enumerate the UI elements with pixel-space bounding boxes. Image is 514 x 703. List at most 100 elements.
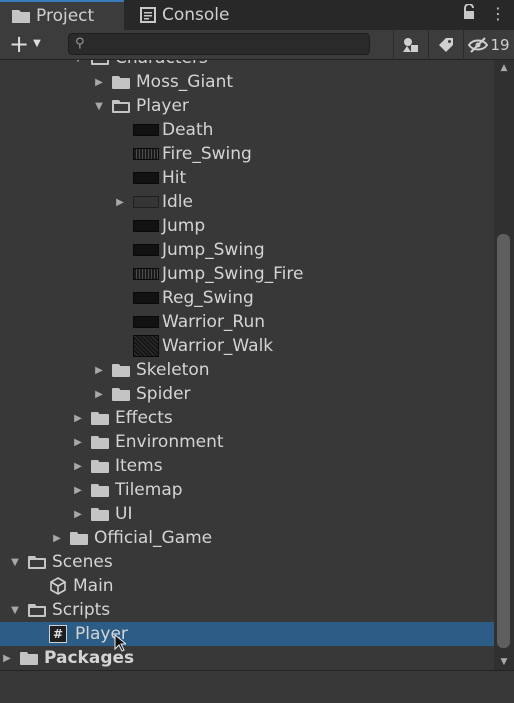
folder-open-icon xyxy=(91,60,109,65)
mouse-cursor-icon xyxy=(114,634,126,652)
expand-arrow-down-icon[interactable]: ▼ xyxy=(8,557,22,568)
expand-arrow-right-icon[interactable]: ▶ xyxy=(71,485,85,496)
tree-item[interactable]: ▶Main xyxy=(0,574,494,598)
folder-icon xyxy=(20,651,38,665)
toolbar-buttons: 19 xyxy=(393,30,514,60)
eye-slash-icon xyxy=(468,37,489,53)
expand-arrow-down-icon[interactable]: ▼ xyxy=(71,60,85,64)
tree-item[interactable]: ▶Warrior_Run xyxy=(0,310,494,334)
scroll-up-arrow-icon[interactable]: ▲ xyxy=(494,60,514,76)
animation-clip-icon xyxy=(133,148,159,160)
animation-clip-icon xyxy=(133,220,159,232)
expand-arrow-right-icon[interactable]: ▶ xyxy=(71,437,85,448)
tree-item[interactable]: ▶ Environment xyxy=(0,430,494,454)
tree-item[interactable]: ▶Fire_Swing xyxy=(0,142,494,166)
tree-item[interactable]: ▼ Player xyxy=(0,94,494,118)
tree-item[interactable]: ▶Jump xyxy=(0,214,494,238)
tree-item-label: Items xyxy=(115,456,163,476)
expand-arrow-right-icon[interactable]: ▶ xyxy=(0,653,14,664)
folder-icon xyxy=(91,435,109,449)
folder-icon xyxy=(91,459,109,473)
tree-item-label: Environment xyxy=(115,432,224,452)
tree-item[interactable]: ▶Hit xyxy=(0,166,494,190)
tree-item-label: Official_Game xyxy=(94,528,213,548)
expand-arrow-right-icon[interactable]: ▶ xyxy=(92,389,106,400)
tree-item[interactable]: ▶ Items xyxy=(0,454,494,478)
scrollbar-thumb[interactable] xyxy=(497,234,510,648)
tree-item[interactable]: ▶ Packages xyxy=(0,646,494,670)
tab-console[interactable]: Console xyxy=(140,0,230,30)
project-footer xyxy=(0,670,514,703)
tree-item-label: Effects xyxy=(115,408,173,428)
search-input[interactable]: ⚲ xyxy=(68,33,370,55)
tree-item-label: Main xyxy=(73,576,114,596)
tree-item[interactable]: ▶ Spider xyxy=(0,382,494,406)
tree-item[interactable]: ▶ UI xyxy=(0,502,494,526)
expand-arrow-down-icon[interactable]: ▼ xyxy=(92,101,106,112)
project-toolbar: + ▼ ⚲ 19 xyxy=(0,30,514,60)
tree-item[interactable]: ▶Jump_Swing xyxy=(0,238,494,262)
expand-arrow-down-icon[interactable]: ▼ xyxy=(8,605,22,616)
shapes-icon xyxy=(403,38,418,52)
lock-icon[interactable] xyxy=(462,4,476,20)
create-button[interactable]: + ▼ xyxy=(9,32,41,56)
tree-item-label: Tilemap xyxy=(115,480,183,500)
expand-arrow-right-icon[interactable]: ▶ xyxy=(71,461,85,472)
expand-arrow-right-icon[interactable]: ▶ xyxy=(92,77,106,88)
expand-arrow-right-icon[interactable]: ▶ xyxy=(71,413,85,424)
tree-scrollbar[interactable]: ▲ ▼ xyxy=(494,60,514,670)
animation-clip-icon xyxy=(133,172,159,184)
folder-icon xyxy=(12,10,30,23)
tree-item[interactable]: ▼ Scripts xyxy=(0,598,494,622)
tree-item[interactable]: ▶#Player xyxy=(0,622,494,646)
tree-item-label: Characters xyxy=(115,60,208,68)
folder-icon xyxy=(112,363,130,377)
folder-icon xyxy=(112,387,130,401)
tab-project[interactable]: Project xyxy=(0,0,124,30)
tree-item[interactable]: ▶ Effects xyxy=(0,406,494,430)
search-icon: ⚲ xyxy=(75,36,85,51)
tree-item-label: Reg_Swing xyxy=(162,288,254,308)
tree-item[interactable]: ▶ Idle xyxy=(0,190,494,214)
more-options-icon[interactable]: ⋮ xyxy=(490,4,506,23)
project-tree: ▼Characters▶Moss_Giant▼Player▶Death▶Fire… xyxy=(0,60,494,670)
expand-arrow-right-icon[interactable]: ▶ xyxy=(92,365,106,376)
animation-clip-icon xyxy=(133,196,159,208)
expand-arrow-right-icon[interactable]: ▶ xyxy=(50,533,64,544)
tree-item[interactable]: ▶ Tilemap xyxy=(0,478,494,502)
unity-scene-icon xyxy=(50,577,66,595)
tree-item[interactable]: ▶ Skeleton xyxy=(0,358,494,382)
tree-item-label: Death xyxy=(162,120,214,140)
expand-arrow-right-icon[interactable]: ▶ xyxy=(71,509,85,520)
hidden-packages-toggle[interactable]: 19 xyxy=(463,30,514,60)
folder-open-icon xyxy=(112,99,130,113)
tree-item[interactable]: ▶ Moss_Giant xyxy=(0,70,494,94)
folder-icon xyxy=(91,411,109,425)
tree-item-label: Jump xyxy=(162,216,206,236)
tree-item[interactable]: ▶Death xyxy=(0,118,494,142)
tag-icon xyxy=(439,38,453,52)
tree-item-label: Moss_Giant xyxy=(136,72,234,92)
tree-item-label: Scenes xyxy=(52,552,113,572)
window-tools: ⋮ xyxy=(462,4,506,23)
folder-icon xyxy=(91,507,109,521)
tree-item-label: Idle xyxy=(162,192,193,212)
tree-item-label: Fire_Swing xyxy=(162,144,252,164)
tree-item[interactable]: ▶Warrior_Walk xyxy=(0,334,494,358)
filter-by-label-button[interactable] xyxy=(428,30,463,60)
hidden-packages-count: 19 xyxy=(490,36,510,54)
tree-item-label: Hit xyxy=(162,168,187,188)
tree-item-label: Warrior_Walk xyxy=(162,336,274,356)
tree-item[interactable]: ▼ Characters xyxy=(0,60,494,70)
tree-item[interactable]: ▶Jump_Swing_Fire xyxy=(0,262,494,286)
expand-arrow-right-icon[interactable]: ▶ xyxy=(113,197,127,208)
tree-item[interactable]: ▶ Official_Game xyxy=(0,526,494,550)
console-icon xyxy=(140,7,156,23)
tree-item[interactable]: ▶Reg_Swing xyxy=(0,286,494,310)
tree-item-label: UI xyxy=(115,504,133,524)
filter-by-type-button[interactable] xyxy=(393,30,428,60)
scroll-down-arrow-icon[interactable]: ▼ xyxy=(494,654,514,670)
tree-item[interactable]: ▼ Scenes xyxy=(0,550,494,574)
animation-clip-icon xyxy=(133,335,159,357)
folder-open-icon xyxy=(28,603,46,617)
